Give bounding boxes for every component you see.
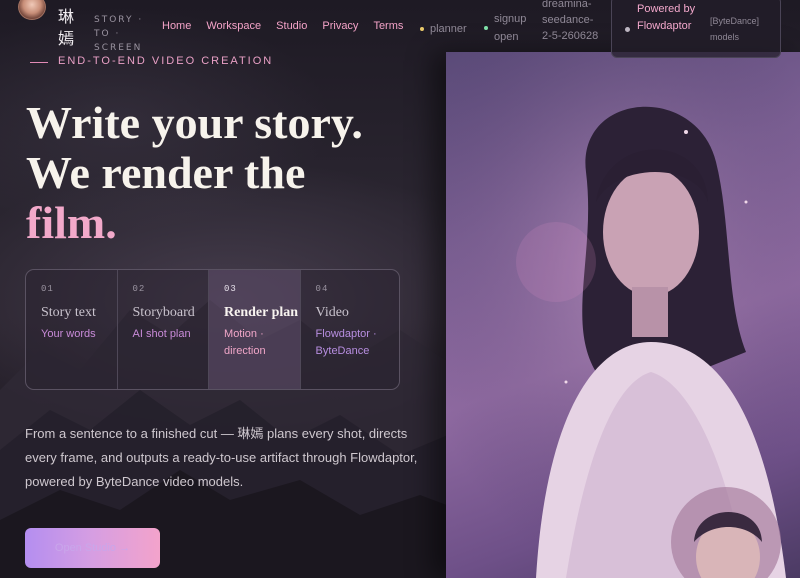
step-title: Story text — [41, 305, 96, 320]
site-header: 琳嫣 STORY · TO · SCREEN Home Workspace St… — [0, 0, 800, 58]
nav-workspace[interactable]: Workspace — [206, 20, 261, 32]
hero-headline: Write your story. We render the film. — [26, 98, 446, 248]
headline-period: . — [105, 197, 117, 248]
open-studio-button[interactable]: Open Studio → — [25, 528, 160, 568]
hero-description: From a sentence to a finished cut — 琳嫣 p… — [25, 426, 418, 489]
brand-name[interactable]: 琳嫣 — [58, 6, 82, 50]
signup-status: signup open — [484, 10, 534, 46]
step-subtitle: AI shot plan — [132, 328, 191, 340]
planner-status-label: planner — [430, 23, 467, 35]
brand-avatar — [18, 0, 46, 20]
step-subtitle: Flowdaptor · ByteDance — [315, 328, 377, 357]
step-render-plan[interactable]: 03 Render plan Motion · direction — [209, 270, 301, 389]
step-title: Storyboard — [132, 305, 195, 320]
step-storyboard[interactable]: 02 Storyboard AI shot plan — [118, 270, 210, 389]
brand-tagline: STORY · TO · SCREEN — [94, 15, 144, 53]
powered-by-text: Powered by Flowdaptor — [637, 3, 696, 32]
step-story-text[interactable]: 01 Story text Your words — [26, 270, 118, 389]
nav-studio[interactable]: Studio — [276, 20, 307, 32]
step-number: 02 — [132, 284, 146, 294]
pipeline-steps: 01 Story text Your words 02 Storyboard A… — [25, 269, 400, 390]
hero-eyebrow: END-TO-END VIDEO CREATION — [58, 55, 274, 67]
step-number: 04 — [315, 284, 329, 294]
signup-status-dot-icon — [484, 26, 488, 30]
step-subtitle: Your words — [41, 328, 96, 340]
hero-photo — [446, 52, 800, 578]
planner-status: planner — [420, 20, 467, 38]
headline-line-1: Write your story. — [26, 97, 363, 148]
headline-accent-word: film — [26, 197, 106, 248]
step-subtitle: Motion · direction — [224, 328, 266, 357]
headline-line-2: We render the — [26, 147, 306, 198]
main-nav: Home Workspace Studio Privacy Terms — [162, 20, 418, 32]
model-id: dreamina-seedance-2-5-260628 — [542, 0, 599, 42]
nav-home[interactable]: Home — [162, 20, 191, 32]
powered-dot-icon — [625, 27, 630, 32]
step-number: 01 — [41, 284, 54, 294]
eyebrow-divider — [30, 62, 48, 63]
powered-by-badge[interactable]: Powered by Flowdaptor [ByteDance] models — [611, 0, 781, 58]
nav-privacy[interactable]: Privacy — [322, 20, 358, 32]
powered-model-text: [ByteDance] models — [710, 16, 760, 42]
step-video[interactable]: 04 Video Flowdaptor · ByteDance — [301, 270, 399, 389]
step-number: 03 — [224, 284, 237, 294]
signup-status-label: signup open — [494, 13, 527, 43]
planner-status-dot-icon — [420, 27, 424, 32]
step-title: Render plan — [224, 305, 299, 320]
step-title: Video — [315, 305, 349, 320]
nav-terms[interactable]: Terms — [373, 20, 403, 32]
